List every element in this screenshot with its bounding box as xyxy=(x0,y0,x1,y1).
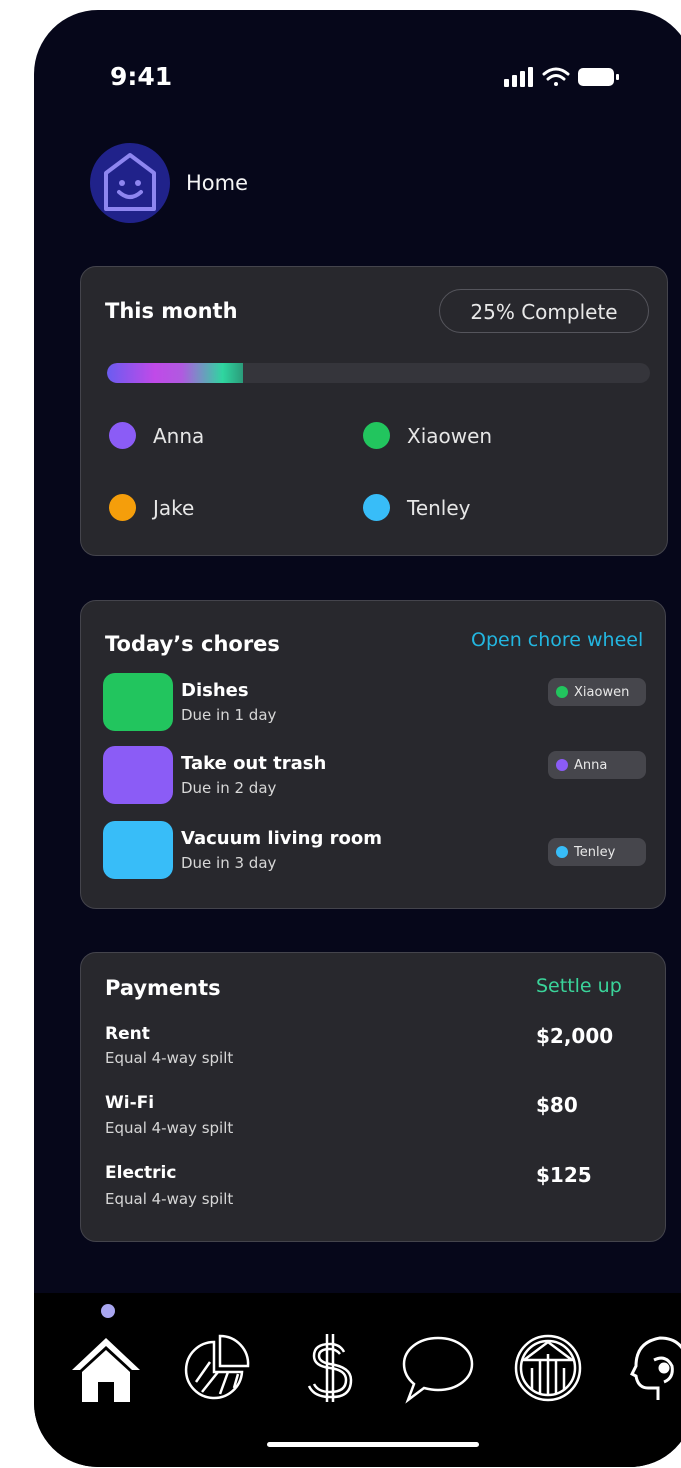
payment-amount: $125 xyxy=(536,1163,592,1187)
chore-item-trash[interactable]: Take out trash Due in 2 day xyxy=(103,746,623,806)
assignee-name: Xiaowen xyxy=(574,684,630,700)
member-color-dot xyxy=(109,494,136,521)
wifi-icon xyxy=(542,67,570,86)
status-time: 9:41 xyxy=(110,62,173,91)
member-xiaowen: Xiaowen xyxy=(363,422,492,449)
completion-badge: 25% Complete xyxy=(439,289,649,333)
assignee-dot xyxy=(556,759,568,771)
building-icon xyxy=(514,1334,582,1402)
chore-name: Vacuum living room xyxy=(181,828,382,849)
chat-bubble-icon xyxy=(402,1336,474,1404)
phone-screen: 9:41 Home This month 25% Complete Anna X… xyxy=(34,10,681,1467)
active-tab-indicator xyxy=(101,1304,115,1318)
home-indicator xyxy=(267,1442,479,1447)
member-tenley: Tenley xyxy=(363,494,471,521)
home-icon xyxy=(72,1338,140,1402)
chore-color-tile xyxy=(103,673,173,731)
signal-icon xyxy=(504,67,533,87)
tab-stats[interactable] xyxy=(180,1330,256,1406)
assignee-dot xyxy=(556,846,568,858)
dollar-icon xyxy=(307,1334,353,1402)
progress-card-title: This month xyxy=(105,299,238,323)
member-jake: Jake xyxy=(109,494,194,521)
avatar[interactable] xyxy=(90,143,170,223)
chore-color-tile xyxy=(103,746,173,804)
member-anna: Anna xyxy=(109,422,204,449)
head-icon xyxy=(629,1336,681,1400)
tab-chat[interactable] xyxy=(400,1330,476,1406)
chore-item-vacuum[interactable]: Vacuum living room Due in 3 day xyxy=(103,821,623,881)
tab-home[interactable] xyxy=(68,1330,144,1406)
member-color-dot xyxy=(363,494,390,521)
member-name: Xiaowen xyxy=(407,423,493,448)
chore-item-dishes[interactable]: Dishes Due in 1 day xyxy=(103,673,623,733)
payment-split: Equal 4-way spilt xyxy=(105,1049,234,1067)
progress-card: This month 25% Complete Anna Xiaowen Jak… xyxy=(80,266,668,556)
chores-card-title: Today’s chores xyxy=(105,632,280,656)
payment-amount: $80 xyxy=(536,1093,578,1117)
chore-due: Due in 3 day xyxy=(181,854,277,872)
battery-icon xyxy=(578,68,619,86)
member-name: Jake xyxy=(153,495,195,520)
tab-profile[interactable] xyxy=(618,1330,681,1406)
payment-split: Equal 4-way spilt xyxy=(105,1190,234,1208)
progress-bar-fill xyxy=(107,363,243,383)
member-color-dot xyxy=(109,422,136,449)
settle-up-link[interactable]: Settle up xyxy=(536,975,622,997)
chore-due: Due in 2 day xyxy=(181,779,277,797)
assignee-name: Tenley xyxy=(574,844,616,860)
assignee-name: Anna xyxy=(574,757,608,773)
open-chore-wheel-link[interactable]: Open chore wheel xyxy=(471,629,643,651)
payment-name: Electric xyxy=(105,1163,177,1183)
assignee-tag: Tenley xyxy=(548,838,646,866)
chore-name: Take out trash xyxy=(181,753,327,774)
assignee-dot xyxy=(556,686,568,698)
progress-bar xyxy=(107,363,650,383)
payments-card: Payments Settle up Rent Equal 4-way spil… xyxy=(80,952,666,1242)
member-name: Anna xyxy=(153,423,205,448)
chore-color-tile xyxy=(103,821,173,879)
tab-bar xyxy=(34,1293,681,1467)
chores-card: Today’s chores Open chore wheel Dishes D… xyxy=(80,600,666,909)
tab-building[interactable] xyxy=(510,1330,586,1406)
payment-split: Equal 4-way spilt xyxy=(105,1119,234,1137)
chore-due: Due in 1 day xyxy=(181,706,277,724)
chore-name: Dishes xyxy=(181,680,249,701)
payments-card-title: Payments xyxy=(105,976,221,1000)
tab-payments[interactable] xyxy=(292,1330,368,1406)
assignee-tag: Xiaowen xyxy=(548,678,646,706)
payment-amount: $2,000 xyxy=(536,1024,614,1048)
page-title: Home xyxy=(186,171,249,195)
pie-chart-icon xyxy=(184,1334,250,1400)
member-color-dot xyxy=(363,422,390,449)
status-icons xyxy=(504,67,619,87)
smiley-house-icon xyxy=(104,153,156,211)
payment-name: Rent xyxy=(105,1024,150,1044)
member-name: Tenley xyxy=(407,495,471,520)
payment-name: Wi-Fi xyxy=(105,1093,155,1113)
assignee-tag: Anna xyxy=(548,751,646,779)
